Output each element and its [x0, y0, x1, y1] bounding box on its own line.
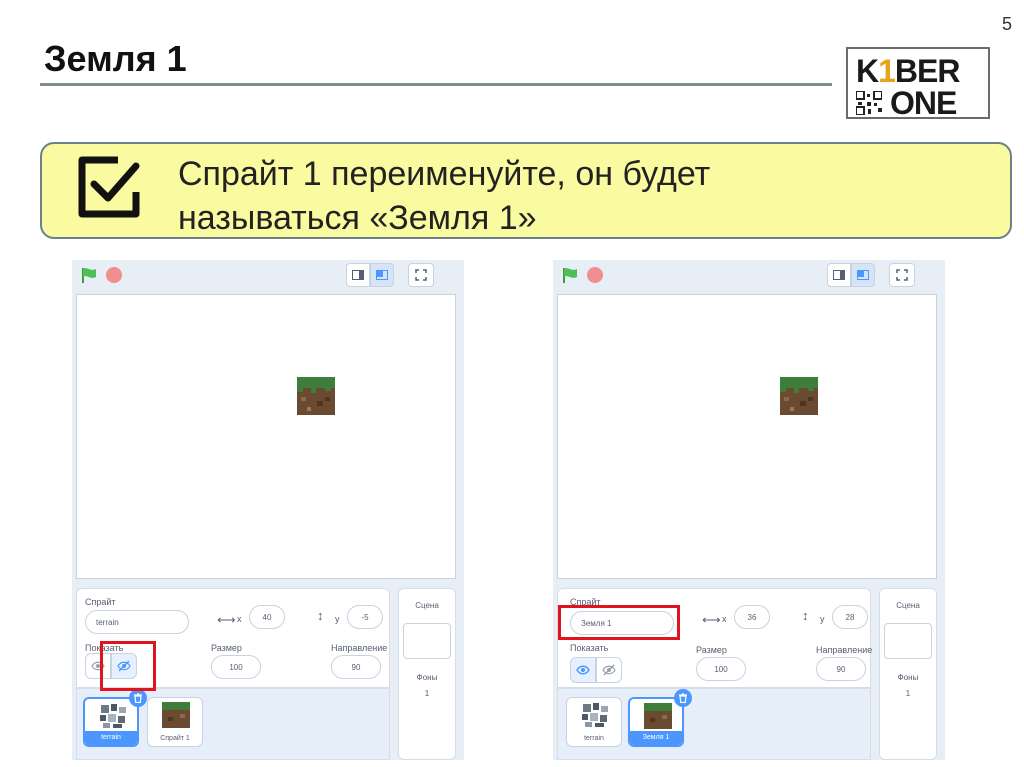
sprite-list: terrain Земля 1 [557, 688, 871, 760]
backdrops-count: 1 [424, 689, 430, 698]
size-input[interactable]: 100 [696, 657, 746, 681]
stage-canvas[interactable] [76, 294, 456, 579]
ground-costume-icon [644, 703, 672, 729]
x-label: x [722, 614, 727, 624]
small-stage-button[interactable] [827, 263, 851, 287]
backdrops-count: 1 [905, 689, 911, 698]
y-position-input[interactable]: 28 [832, 605, 868, 629]
x-label: x [237, 614, 242, 624]
title-divider [40, 83, 832, 86]
sprite-name-input[interactable]: terrain [85, 610, 189, 634]
large-stage-button[interactable] [851, 263, 875, 287]
sprite-list: terrain Спрайт 1 [76, 688, 390, 760]
instruction-text: Спрайт 1 переименуйте, он будет называть… [178, 155, 711, 237]
backdrop-thumbnail[interactable] [884, 623, 932, 659]
logo-digit-one: 1 [878, 53, 896, 89]
y-position-input[interactable]: -5 [347, 605, 383, 629]
size-label: Размер [211, 643, 242, 653]
instruction-callout: Спрайт 1 переименуйте, он будет называть… [40, 142, 1012, 239]
show-sprite-button[interactable] [570, 657, 596, 683]
delete-sprite-button[interactable] [129, 689, 147, 707]
horizontal-arrows-icon: ⟷ [217, 612, 236, 627]
fullscreen-icon [415, 269, 427, 281]
x-position-input[interactable]: 40 [249, 605, 285, 629]
y-label: y [335, 614, 340, 624]
vertical-arrows-icon: ↕ [317, 608, 324, 623]
stage-target-pane[interactable]: Сцена Фоны 1 [398, 588, 456, 760]
sprite-name-highlight [558, 605, 680, 640]
slide-title: Земля 1 [44, 38, 187, 79]
small-stage-icon [833, 270, 845, 280]
terrain-costume-icon [100, 704, 126, 728]
stage-label: Сцена [415, 601, 439, 610]
stage-header [553, 260, 945, 290]
green-flag-icon[interactable] [80, 266, 98, 284]
checkbox-checked-icon [78, 156, 140, 218]
visibility-toggle [570, 657, 622, 683]
qr-code-icon [856, 91, 882, 115]
ground-sprite-on-stage[interactable] [780, 377, 818, 415]
eye-crossed-icon [602, 664, 616, 676]
y-label: y [820, 614, 825, 624]
delete-sprite-button[interactable] [674, 689, 692, 707]
trash-icon [679, 693, 687, 703]
trash-icon [134, 693, 142, 703]
stage-header [72, 260, 464, 290]
stage-size-toggle [346, 263, 394, 287]
show-label: Показать [570, 643, 609, 653]
stage-size-toggle [827, 263, 875, 287]
page-number: 5 [1001, 14, 1012, 34]
logo-letter-k: K [856, 53, 879, 89]
sprite-thumb-label: terrain [584, 735, 604, 742]
sprite-thumb-zemlya1[interactable]: Земля 1 [628, 697, 684, 747]
stop-icon[interactable] [106, 267, 122, 283]
large-stage-icon [376, 270, 388, 280]
direction-label: Направление [331, 643, 388, 653]
stop-icon[interactable] [587, 267, 603, 283]
large-stage-button[interactable] [370, 263, 394, 287]
vertical-arrows-icon: ↕ [802, 608, 809, 623]
sprite-thumb-label: terrain [85, 731, 137, 745]
hide-sprite-button[interactable] [596, 657, 622, 683]
sprite-thumb-terrain[interactable]: terrain [83, 697, 139, 747]
sprite-label: Спрайт [85, 597, 116, 607]
size-label: Размер [696, 645, 727, 655]
x-position-input[interactable]: 36 [734, 605, 770, 629]
fullscreen-button[interactable] [889, 263, 915, 287]
direction-input[interactable]: 90 [331, 655, 381, 679]
sprite-thumb-sprite1[interactable]: Спрайт 1 [147, 697, 203, 747]
backdrops-label: Фоны [897, 673, 919, 682]
green-flag-icon[interactable] [561, 266, 579, 284]
direction-input[interactable]: 90 [816, 657, 866, 681]
kiber-one-logo: K1BER ONE [846, 47, 990, 121]
terrain-sprite-on-stage[interactable] [297, 377, 335, 415]
small-stage-button[interactable] [346, 263, 370, 287]
logo-word-one: ONE [890, 85, 957, 121]
stage-label: Сцена [896, 601, 920, 610]
fullscreen-icon [896, 269, 908, 281]
sprite-thumb-label: Земля 1 [630, 731, 682, 745]
stage-canvas[interactable] [557, 294, 937, 579]
direction-label: Направление [816, 645, 873, 655]
backdrop-thumbnail[interactable] [403, 623, 451, 659]
large-stage-icon [857, 270, 869, 280]
scratch-stage-panel-after: Спрайт Земля 1 ⟷ x 36 ↕ y 28 Показать Ра… [553, 260, 945, 760]
sprite-thumb-terrain[interactable]: terrain [566, 697, 622, 747]
stage-target-pane[interactable]: Сцена Фоны 1 [879, 588, 937, 760]
sprite-thumb-label: Спрайт 1 [160, 735, 190, 742]
horizontal-arrows-icon: ⟷ [702, 612, 721, 627]
ground-costume-icon [162, 702, 190, 728]
hide-button-highlight [100, 641, 156, 691]
eye-icon [576, 665, 590, 675]
fullscreen-button[interactable] [408, 263, 434, 287]
small-stage-icon [352, 270, 364, 280]
backdrops-label: Фоны [416, 673, 438, 682]
terrain-costume-icon [582, 703, 608, 727]
logo-letters-ber: BER [894, 53, 961, 89]
size-input[interactable]: 100 [211, 655, 261, 679]
